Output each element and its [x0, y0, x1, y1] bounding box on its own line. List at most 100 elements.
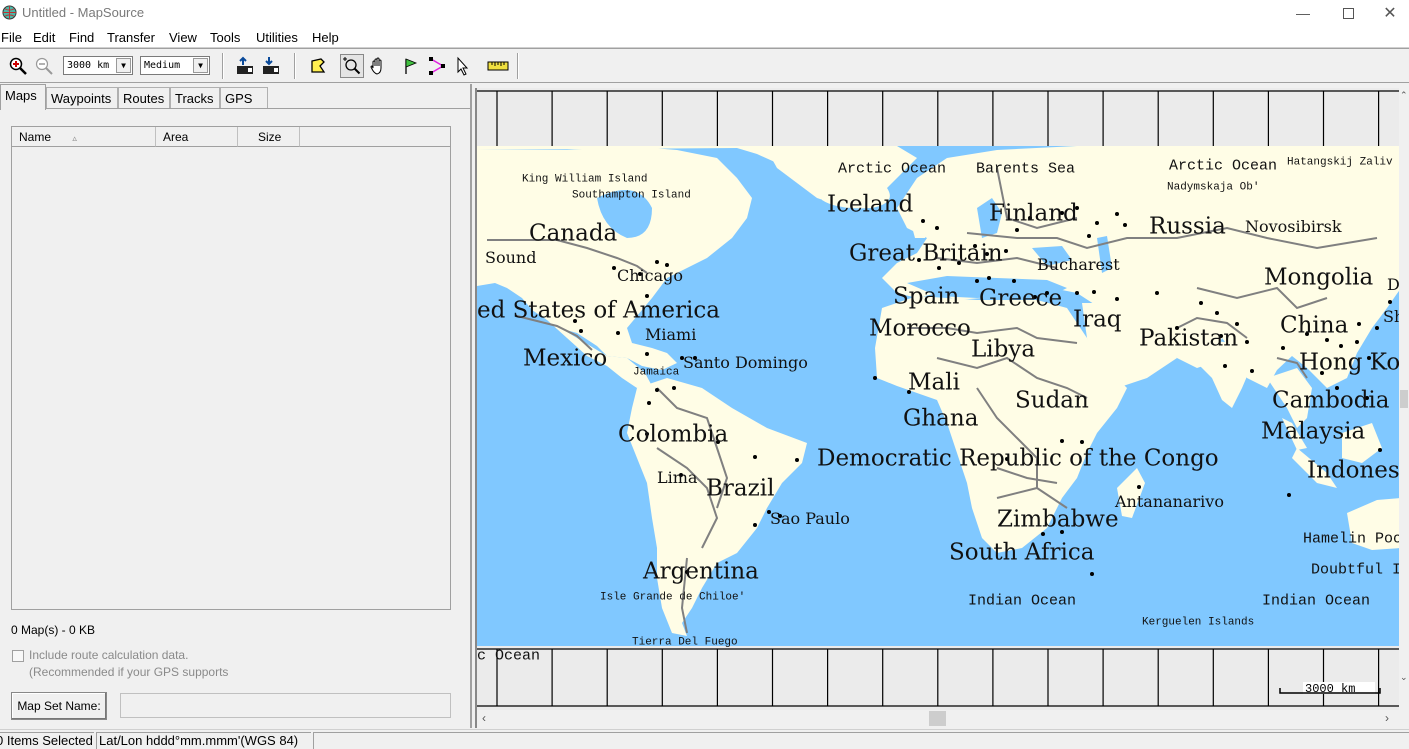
- city-marker[interactable]: [1060, 439, 1064, 443]
- city-marker[interactable]: [655, 388, 659, 392]
- city-marker[interactable]: [1090, 572, 1094, 576]
- menu-transfer[interactable]: Transfer: [107, 30, 155, 45]
- map-label: Miami: [645, 325, 696, 344]
- city-marker[interactable]: [1137, 485, 1141, 489]
- city-marker[interactable]: [975, 279, 979, 283]
- city-marker[interactable]: [1115, 297, 1119, 301]
- world-map[interactable]: Arctic Ocean Barents Sea Arctic Ocean Hatan…: [477, 88, 1399, 710]
- city-marker[interactable]: [1155, 291, 1159, 295]
- map-label: Lima: [657, 468, 698, 487]
- detail-select[interactable]: Medium ▼: [140, 56, 210, 75]
- vertical-scroll-thumb[interactable]: [1400, 390, 1408, 408]
- tab-waypoints[interactable]: Waypoints: [46, 87, 118, 109]
- horizontal-scrollbar[interactable]: ‹ ›: [475, 710, 1399, 728]
- waypoint-tool-button[interactable]: [399, 54, 423, 78]
- tab-gps[interactable]: GPS: [220, 87, 268, 109]
- map-label: Iraq: [1073, 306, 1122, 332]
- city-marker[interactable]: [1378, 448, 1382, 452]
- map-tool-button[interactable]: [306, 54, 330, 78]
- distance-tool-button[interactable]: [486, 54, 510, 78]
- map-set-name-button[interactable]: Map Set Name:: [11, 692, 107, 720]
- zoom-out-button[interactable]: [32, 54, 56, 78]
- tab-routes[interactable]: Routes: [118, 87, 170, 109]
- scale-select[interactable]: 3000 km ▼: [63, 56, 133, 75]
- hand-tool-button[interactable]: [366, 54, 390, 78]
- city-marker[interactable]: [1325, 338, 1329, 342]
- map-canvas[interactable]: Arctic Ocean Barents Sea Arctic Ocean Hatan…: [475, 88, 1399, 710]
- menu-help[interactable]: Help: [312, 30, 339, 45]
- city-marker[interactable]: [1004, 249, 1008, 253]
- scroll-down-icon[interactable]: ⌄: [1400, 672, 1408, 683]
- route-calculation-checkbox[interactable]: [12, 650, 24, 662]
- city-marker[interactable]: [1357, 322, 1361, 326]
- zoom-in-button[interactable]: [6, 54, 30, 78]
- city-marker[interactable]: [795, 458, 799, 462]
- menu-edit[interactable]: Edit: [33, 30, 55, 45]
- city-marker[interactable]: [1075, 291, 1079, 295]
- scroll-up-icon[interactable]: ⌃: [1400, 90, 1408, 101]
- menu-utilities[interactable]: Utilities: [256, 30, 298, 45]
- city-marker[interactable]: [1250, 369, 1254, 373]
- city-marker[interactable]: [1215, 311, 1219, 315]
- receive-from-device-button[interactable]: [259, 54, 283, 78]
- zoom-tool-button[interactable]: [340, 54, 364, 78]
- map-set-name-input[interactable]: [120, 693, 451, 718]
- city-marker[interactable]: [753, 455, 757, 459]
- scroll-left-icon[interactable]: ‹: [482, 711, 486, 725]
- city-marker[interactable]: [937, 266, 941, 270]
- vertical-scrollbar[interactable]: ⌃ ⌄: [1399, 88, 1409, 710]
- menu-find[interactable]: Find: [69, 30, 94, 45]
- column-header-area[interactable]: Area: [156, 127, 238, 147]
- city-marker[interactable]: [1339, 344, 1343, 348]
- city-marker[interactable]: [1080, 440, 1084, 444]
- map-label: Spain: [893, 283, 960, 309]
- city-marker[interactable]: [1199, 301, 1203, 305]
- status-selection: 0 Items Selected: [0, 732, 94, 749]
- scroll-right-icon[interactable]: ›: [1385, 711, 1389, 725]
- city-marker[interactable]: [1015, 228, 1019, 232]
- city-marker[interactable]: [655, 260, 659, 264]
- city-marker[interactable]: [1095, 221, 1099, 225]
- map-list[interactable]: Name ▵ Area Size: [11, 126, 451, 610]
- city-marker[interactable]: [579, 329, 583, 333]
- city-marker[interactable]: [753, 523, 757, 527]
- city-marker[interactable]: [1388, 300, 1392, 304]
- city-marker[interactable]: [647, 401, 651, 405]
- column-header-name[interactable]: Name ▵: [12, 127, 156, 147]
- city-marker[interactable]: [1287, 493, 1291, 497]
- city-marker[interactable]: [873, 376, 877, 380]
- horizontal-scroll-thumb[interactable]: [929, 711, 946, 726]
- city-marker[interactable]: [1041, 532, 1045, 536]
- map-view[interactable]: Arctic Ocean Barents Sea Arctic Ocean Hatan…: [475, 84, 1409, 728]
- minimize-button[interactable]: —: [1280, 0, 1326, 26]
- maximize-button[interactable]: [1325, 0, 1371, 26]
- column-header-size[interactable]: Size: [238, 127, 300, 147]
- close-button[interactable]: ✕: [1371, 0, 1409, 26]
- city-marker[interactable]: [1245, 340, 1249, 344]
- map-label: Argentina: [642, 558, 759, 584]
- city-marker[interactable]: [1355, 340, 1359, 344]
- city-marker[interactable]: [935, 226, 939, 230]
- city-marker[interactable]: [1223, 364, 1227, 368]
- city-marker[interactable]: [672, 386, 676, 390]
- city-marker[interactable]: [1087, 234, 1091, 238]
- city-marker[interactable]: [987, 276, 991, 280]
- send-to-device-button[interactable]: [233, 54, 257, 78]
- city-marker[interactable]: [1123, 223, 1127, 227]
- city-marker[interactable]: [1375, 326, 1379, 330]
- menu-file[interactable]: File: [1, 30, 22, 45]
- city-marker[interactable]: [1281, 346, 1285, 350]
- city-marker[interactable]: [921, 219, 925, 223]
- tab-maps[interactable]: Maps: [0, 84, 46, 110]
- menu-tools[interactable]: Tools: [210, 30, 240, 45]
- tab-tracks[interactable]: Tracks: [170, 87, 220, 109]
- city-marker[interactable]: [645, 352, 649, 356]
- city-marker[interactable]: [1092, 290, 1096, 294]
- selection-tool-button[interactable]: [451, 54, 475, 78]
- menu-view[interactable]: View: [169, 30, 197, 45]
- city-marker[interactable]: [1012, 279, 1016, 283]
- route-tool-button[interactable]: [425, 54, 449, 78]
- city-marker[interactable]: [1115, 212, 1119, 216]
- city-marker[interactable]: [612, 266, 616, 270]
- city-marker[interactable]: [616, 331, 620, 335]
